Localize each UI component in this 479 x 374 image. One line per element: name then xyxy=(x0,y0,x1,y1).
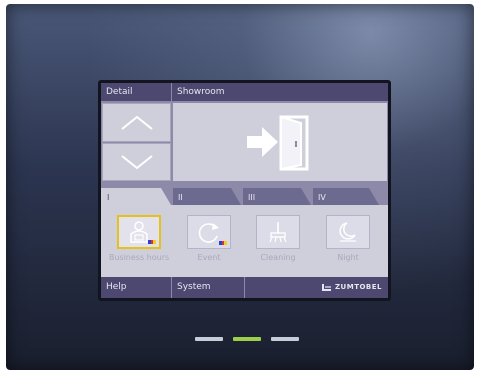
tab-2[interactable]: II xyxy=(178,193,183,202)
room-up-button[interactable] xyxy=(102,103,171,142)
brand-logo: ZUMTOBEL xyxy=(321,277,382,298)
chevron-up-icon xyxy=(120,115,153,130)
tab-3[interactable]: III xyxy=(248,193,255,202)
scene-cleaning-button[interactable] xyxy=(256,215,300,249)
zumtobel-logo-icon xyxy=(321,284,331,291)
room-view[interactable] xyxy=(173,103,387,181)
help-button[interactable]: Help xyxy=(101,277,171,298)
detail-header[interactable]: Detail xyxy=(101,83,171,101)
room-down-button[interactable] xyxy=(102,143,171,181)
moon-icon xyxy=(339,222,356,242)
tab-bar xyxy=(101,184,388,206)
room-name-header: Showroom xyxy=(172,83,388,101)
scene-event-button[interactable] xyxy=(187,215,231,249)
broom-icon xyxy=(269,222,287,243)
scene-business-hours-button[interactable] xyxy=(117,215,161,249)
scene-night-label: Night xyxy=(337,253,359,262)
color-badge xyxy=(148,240,157,244)
door-enter-icon xyxy=(247,115,309,171)
status-led-3 xyxy=(271,337,299,341)
scene-business-hours[interactable]: Business hours xyxy=(109,215,169,262)
scene-night-button[interactable] xyxy=(326,215,370,249)
system-button[interactable]: System xyxy=(172,277,244,298)
scene-event-label: Event xyxy=(197,253,221,262)
scene-night[interactable]: Night xyxy=(320,215,376,262)
tab-4[interactable]: IV xyxy=(318,193,326,202)
tab-shape-2 xyxy=(173,188,241,205)
brand-name: ZUMTOBEL xyxy=(334,283,382,291)
status-led-2-active xyxy=(233,337,261,341)
scene-cleaning-label: Cleaning xyxy=(260,253,296,262)
brand-bar: ZUMTOBEL xyxy=(245,277,388,298)
scene-panel: Business hours Event Cleaning Night xyxy=(101,205,388,277)
scene-business-hours-label: Business hours xyxy=(108,253,170,262)
color-badge xyxy=(219,241,228,245)
touch-screen: Detail Showroom I II III IV Business hou… xyxy=(101,83,388,298)
chevron-down-icon xyxy=(120,155,153,170)
status-led-1 xyxy=(195,337,223,341)
tab-1[interactable]: I xyxy=(107,193,109,202)
scene-cleaning[interactable]: Cleaning xyxy=(250,215,306,262)
scene-event[interactable]: Event xyxy=(181,215,237,262)
